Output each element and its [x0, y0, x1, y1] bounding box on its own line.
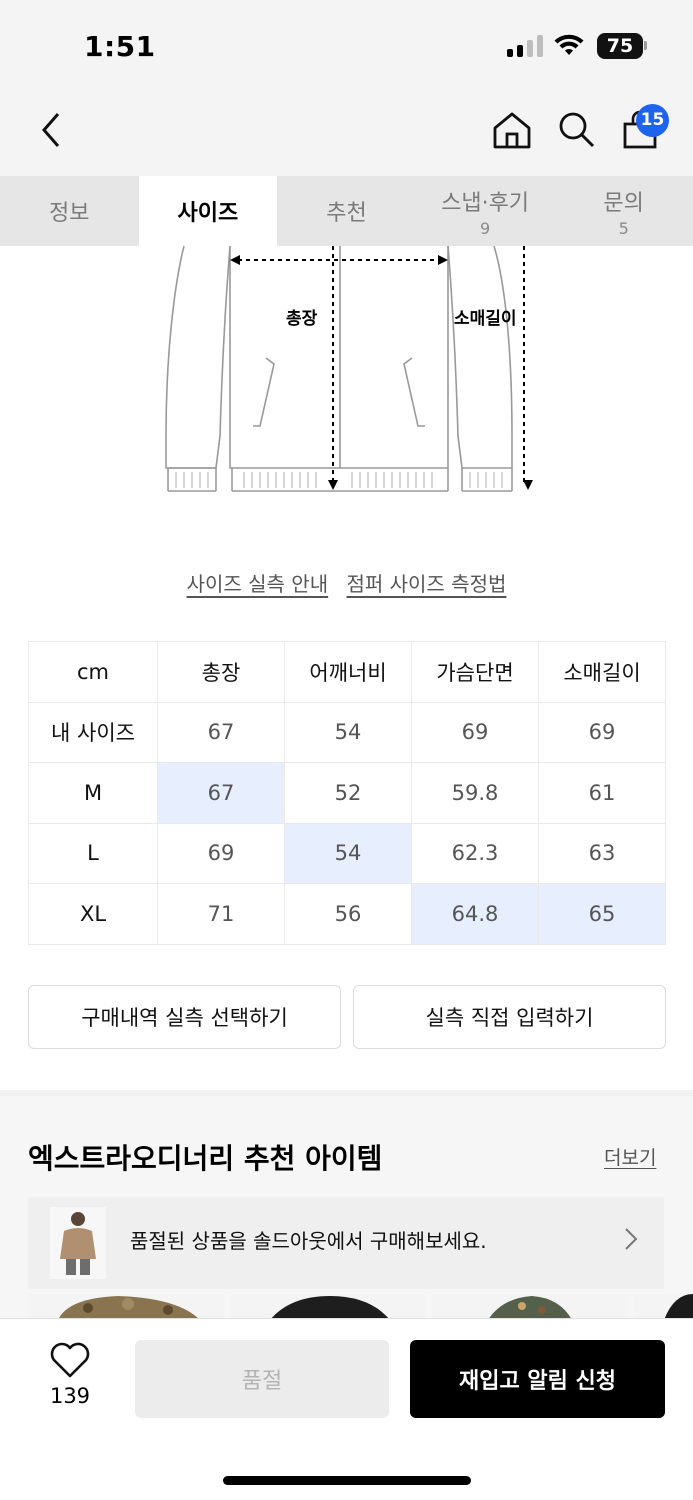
table-header-cell: 어깨너비	[284, 641, 412, 703]
table-cell: 56	[284, 883, 412, 945]
recommend-title: 엑스트라오디너리 추천 아이템	[28, 1142, 383, 1175]
table-header-cell: 총장	[157, 641, 285, 703]
product-thumbnail[interactable]	[634, 1294, 693, 1320]
table-header-cell: cm	[28, 641, 158, 703]
size-table: cm 총장 어깨너비 가슴단면 소매길이 내 사이즈 67 54 69 69 M…	[28, 641, 666, 945]
signal-icon	[507, 35, 543, 57]
cart-count-badge: 15	[636, 104, 669, 137]
table-header-cell: 가슴단면	[411, 641, 539, 703]
tab-size[interactable]: 사이즈	[138, 176, 278, 246]
table-header-cell: 소매길이	[538, 641, 666, 703]
soldout-button[interactable]: 품절	[135, 1340, 389, 1418]
tab-snap-review[interactable]: 스냅·후기 9	[416, 176, 555, 246]
table-cell-highlighted: 67	[157, 762, 285, 824]
recommend-more-link[interactable]: 더보기	[604, 1143, 656, 1170]
table-cell: 62.3	[411, 822, 539, 884]
table-cell: 67	[157, 701, 285, 763]
product-thumbnail[interactable]	[432, 1294, 628, 1320]
table-header-row: cm 총장 어깨너비 가슴단면 소매길이	[28, 641, 666, 703]
table-cell-highlighted: 65	[538, 883, 666, 945]
product-thumbnail[interactable]	[28, 1294, 224, 1320]
purchase-history-measure-button[interactable]: 구매내역 실측 선택하기	[28, 985, 341, 1049]
direct-input-measure-button[interactable]: 실측 직접 입력하기	[353, 985, 666, 1049]
table-cell-highlighted: 64.8	[411, 883, 539, 945]
tab-label: 정보	[49, 201, 90, 226]
jacket-illustration	[165, 245, 533, 492]
row-label: 내 사이즈	[28, 701, 158, 763]
table-cell: 54	[284, 701, 412, 763]
table-row: XL 71 56 64.8 65	[28, 883, 666, 945]
tab-count: 9	[479, 218, 491, 238]
diagram-label-sleeve: 소매길이	[454, 309, 517, 329]
size-guide-link[interactable]: 사이즈 실측 안내	[187, 572, 329, 596]
tab-count: 5	[618, 218, 629, 238]
measure-method-link[interactable]: 점퍼 사이즈 측정법	[346, 572, 506, 596]
tab-inquiry[interactable]: 문의 5	[554, 176, 693, 246]
jacket-size-diagram: 총장 소매길이	[150, 245, 550, 502]
chevron-right-icon	[625, 1228, 638, 1250]
table-cell: 69	[157, 822, 285, 884]
diagram-label-length: 총장	[286, 309, 318, 329]
status-bar: 1:51 75	[0, 0, 693, 92]
table-cell: 69	[411, 701, 539, 763]
row-label: L	[28, 822, 158, 884]
table-row: 내 사이즈 67 54 69 69	[28, 701, 666, 763]
table-cell: 61	[538, 762, 666, 824]
tab-recommend[interactable]: 추천	[277, 176, 416, 246]
heart-icon[interactable]	[42, 1340, 98, 1380]
top-header	[0, 92, 693, 176]
tab-label: 추천	[326, 201, 367, 226]
tab-label: 사이즈	[177, 201, 239, 226]
restock-alert-button[interactable]: 재입고 알림 신청	[410, 1340, 665, 1418]
table-row: L 69 54 62.3 63	[28, 822, 666, 884]
soldout-banner[interactable]: 품절된 상품을 솔드아웃에서 구매해보세요.	[28, 1197, 664, 1289]
table-cell: 63	[538, 822, 666, 884]
table-cell: 71	[157, 883, 285, 945]
table-cell-highlighted: 54	[284, 822, 412, 884]
tab-info[interactable]: 정보	[0, 176, 139, 246]
tab-bar: 정보 사이즈 추천 스냅·후기 9 문의 5	[0, 176, 693, 246]
size-guide-links: 사이즈 실측 안내 점퍼 사이즈 측정법	[0, 568, 693, 597]
battery-indicator: 75	[597, 33, 643, 59]
banner-text: 품절된 상품을 솔드아웃에서 구매해보세요.	[130, 1229, 487, 1253]
table-row: M 67 52 59.8 61	[28, 762, 666, 824]
table-cell: 69	[538, 701, 666, 763]
row-label: XL	[28, 883, 158, 945]
home-icon[interactable]	[492, 110, 532, 150]
battery-tip	[644, 41, 647, 50]
tab-label: 스냅·후기	[441, 190, 530, 216]
table-cell: 52	[284, 762, 412, 824]
status-time: 1:51	[84, 30, 156, 63]
search-icon[interactable]	[557, 110, 597, 150]
home-indicator	[223, 1476, 471, 1485]
banner-product-thumbnail	[50, 1207, 106, 1279]
wifi-icon	[554, 34, 584, 55]
table-cell: 59.8	[411, 762, 539, 824]
measurement-actions: 구매내역 실측 선택하기 실측 직접 입력하기	[28, 985, 666, 1049]
like-count: 139	[49, 1384, 91, 1408]
back-icon[interactable]	[38, 110, 64, 150]
tab-label: 문의	[603, 190, 644, 216]
product-thumbnail[interactable]	[230, 1294, 426, 1320]
row-label: M	[28, 762, 158, 824]
